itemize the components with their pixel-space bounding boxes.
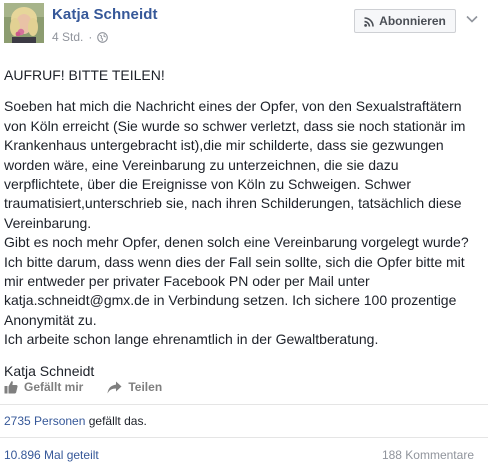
share-button[interactable]: Teilen <box>107 380 162 394</box>
meta-separator: · <box>88 30 93 44</box>
post-actions: Gefällt mir Teilen <box>4 380 162 394</box>
rss-icon <box>364 16 374 27</box>
follow-button[interactable]: Abonnieren <box>354 9 456 33</box>
share-arrow-icon <box>107 381 122 394</box>
post-paragraph: Ich bitte darum, dass wenn dies der Fall… <box>4 253 465 328</box>
divider <box>0 437 488 438</box>
likes-summary: 2735 Personen gefällt das. <box>4 414 147 428</box>
post-paragraph: Gibt es noch mehr Opfer, denen solch ein… <box>4 234 469 251</box>
globe-icon[interactable] <box>97 31 109 43</box>
post-timestamp[interactable]: 4 Std. <box>52 30 83 44</box>
chevron-down-icon <box>466 10 478 28</box>
like-button[interactable]: Gefällt mir <box>4 380 83 394</box>
avatar[interactable] <box>4 3 44 43</box>
follow-button-label: Abonnieren <box>379 14 446 28</box>
post-paragraph: Ich arbeite schon lange ehrenamtlich in … <box>4 331 379 348</box>
like-button-label: Gefällt mir <box>24 380 84 394</box>
comments-count-link[interactable]: 188 Kommentare <box>382 448 474 462</box>
facebook-post: Katja Schneidt 4 Std. · Abonnieren AUFRU… <box>0 0 488 469</box>
share-button-label: Teilen <box>128 380 163 394</box>
post-menu-button[interactable] <box>462 9 482 29</box>
thumbs-up-icon <box>4 380 18 394</box>
shares-count-link[interactable]: 10.896 Mal geteilt <box>4 448 99 462</box>
likes-suffix: gefällt das. <box>85 414 147 428</box>
post-paragraph: Soeben hat mich die Nachricht eines der … <box>4 98 466 231</box>
author-name[interactable]: Katja Schneidt <box>52 6 158 23</box>
post-body: AUFRUF! BITTE TEILEN! Soeben hat mich di… <box>4 66 480 381</box>
post-paragraph: AUFRUF! BITTE TEILEN! <box>4 67 165 83</box>
post-signature: Katja Schneidt <box>4 362 95 379</box>
post-meta: 4 Std. · <box>52 30 109 44</box>
likes-count-link[interactable]: 2735 Personen <box>4 414 85 428</box>
divider <box>0 404 488 405</box>
